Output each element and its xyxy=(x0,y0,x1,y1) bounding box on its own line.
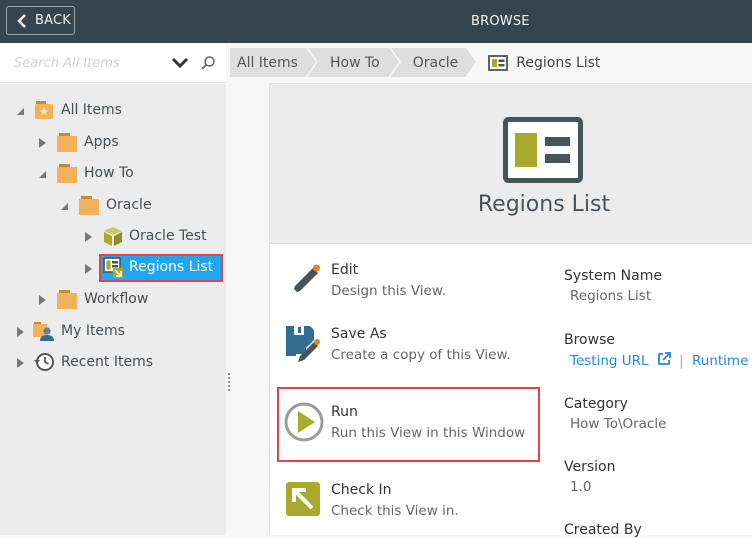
property-value: How To\Oracle xyxy=(570,416,667,432)
tree-item-label: Recent Items xyxy=(61,354,153,370)
view-icon xyxy=(103,257,125,279)
folder-icon xyxy=(56,131,78,153)
property-browse: Browse Testing URL | Runtime xyxy=(564,332,748,369)
breadcrumb-separator xyxy=(305,48,316,76)
property-version: Version 1.0 xyxy=(564,459,615,495)
search-icon[interactable] xyxy=(200,55,216,71)
collapsed-toggle-icon[interactable] xyxy=(16,356,26,368)
view-icon xyxy=(488,54,509,71)
tree-item-label: How To xyxy=(84,165,134,181)
collapsed-toggle-icon[interactable] xyxy=(38,293,48,305)
expanded-toggle-icon[interactable] xyxy=(16,105,26,115)
action-title: Edit xyxy=(331,262,359,278)
my-items-icon xyxy=(33,320,55,342)
action-description: Run this View in this Window xyxy=(331,425,526,441)
property-label: Created By xyxy=(564,522,642,538)
tree-item-label: Oracle xyxy=(106,197,152,213)
tree-item-label: Workflow xyxy=(84,291,149,307)
search-bar xyxy=(0,43,226,83)
recent-items-icon xyxy=(33,351,55,373)
tree-item-label: Apps xyxy=(84,134,119,150)
pencil-icon xyxy=(284,260,324,300)
expanded-toggle-icon[interactable] xyxy=(60,200,70,210)
detail-panel: Regions List Edit Design this View. Save… xyxy=(269,83,752,538)
collapsed-toggle-icon[interactable] xyxy=(38,136,48,148)
save-as-icon xyxy=(284,324,324,364)
folder-icon xyxy=(56,288,78,310)
breadcrumb-item-how-to[interactable]: How To xyxy=(307,48,401,77)
folder-icon xyxy=(78,194,100,216)
property-label: System Name xyxy=(564,268,662,284)
expanded-toggle-icon[interactable] xyxy=(38,168,48,178)
run-play-icon xyxy=(284,402,324,442)
page-title: BROWSE xyxy=(471,14,530,29)
action-title: Check In xyxy=(331,482,392,498)
action-description: Check this View in. xyxy=(331,503,459,519)
breadcrumb-current: Regions List xyxy=(488,48,600,77)
tree-item-label: All Items xyxy=(61,102,122,118)
tree-item-oracle-test[interactable]: Oracle Test xyxy=(0,224,226,248)
sidebar-tree: All Items Apps How To Oracle Oracle Test… xyxy=(0,84,226,535)
action-title: Save As xyxy=(331,326,387,342)
property-label: Category xyxy=(564,396,628,412)
action-edit[interactable]: Edit Design this View. xyxy=(278,256,540,316)
property-value: Regions List xyxy=(570,288,652,304)
detail-header: Regions List xyxy=(270,84,752,244)
tree-item-label: Oracle Test xyxy=(129,228,207,244)
tree-item-how-to[interactable]: How To xyxy=(0,161,226,185)
property-value: 1.0 xyxy=(570,479,592,495)
breadcrumb-current-label: Regions List xyxy=(516,54,601,71)
action-description: Create a copy of this View. xyxy=(331,347,511,363)
tree-item-regions-list[interactable]: Regions List xyxy=(0,254,226,282)
property-label: Version xyxy=(564,459,616,475)
tree-item-label: My Items xyxy=(61,323,125,339)
breadcrumb-item-all-items[interactable]: All Items xyxy=(230,48,318,77)
tree-item-all-items[interactable]: All Items xyxy=(0,98,226,122)
collapsed-toggle-icon[interactable] xyxy=(84,230,94,242)
folder-icon xyxy=(56,162,78,184)
external-link-icon[interactable] xyxy=(657,352,671,366)
tree-item-my-items[interactable]: My Items xyxy=(0,319,226,343)
action-run[interactable]: Run Run this View in this Window xyxy=(277,387,540,462)
breadcrumb-item-oracle[interactable]: Oracle xyxy=(390,48,479,77)
breadcrumb-label: How To xyxy=(329,54,380,71)
action-check-in[interactable]: Check In Check this View in. xyxy=(278,476,540,536)
search-input[interactable] xyxy=(14,52,164,74)
breadcrumb-label: All Items xyxy=(237,54,298,71)
tree-item-apps[interactable]: Apps xyxy=(0,130,226,154)
collapsed-toggle-icon[interactable] xyxy=(16,325,26,337)
back-label: BACK xyxy=(35,13,71,28)
action-title: Run xyxy=(331,404,358,420)
smartobject-cube-icon xyxy=(102,225,124,247)
tree-item-recent-items[interactable]: Recent Items xyxy=(0,350,226,374)
tree-item-workflow[interactable]: Workflow xyxy=(0,287,226,311)
property-system-name: System Name Regions List xyxy=(564,268,662,304)
action-description: Design this View. xyxy=(331,283,446,299)
breadcrumb-separator xyxy=(388,48,399,76)
tree-item-label: Regions List xyxy=(129,259,214,275)
testing-url-link[interactable]: Testing URL xyxy=(570,353,649,369)
action-save-as[interactable]: Save As Create a copy of this View. xyxy=(278,320,540,380)
breadcrumb-label: Oracle xyxy=(412,54,459,71)
tree-item-oracle[interactable]: Oracle xyxy=(0,193,226,217)
resize-handle[interactable] xyxy=(228,373,230,391)
breadcrumb-separator xyxy=(466,48,477,76)
back-button[interactable]: BACK xyxy=(6,6,75,35)
property-created-by: Created By xyxy=(564,522,642,538)
link-separator: | xyxy=(679,353,684,369)
collapsed-toggle-icon[interactable] xyxy=(84,262,94,274)
top-bar: BACK BROWSE xyxy=(0,0,752,43)
chevron-left-icon xyxy=(12,13,32,28)
property-label: Browse xyxy=(564,332,615,348)
check-in-arrow-icon xyxy=(284,480,324,520)
chevron-down-icon[interactable] xyxy=(171,55,189,71)
property-category: Category How To\Oracle xyxy=(564,396,666,432)
property-value: Testing URL | Runtime xyxy=(570,352,748,369)
all-items-folder-icon xyxy=(33,99,55,121)
breadcrumb: All Items How To Oracle Regions List xyxy=(230,48,600,77)
detail-title: Regions List xyxy=(477,192,611,217)
runtime-link[interactable]: Runtime xyxy=(692,353,748,369)
view-large-icon xyxy=(503,117,583,183)
